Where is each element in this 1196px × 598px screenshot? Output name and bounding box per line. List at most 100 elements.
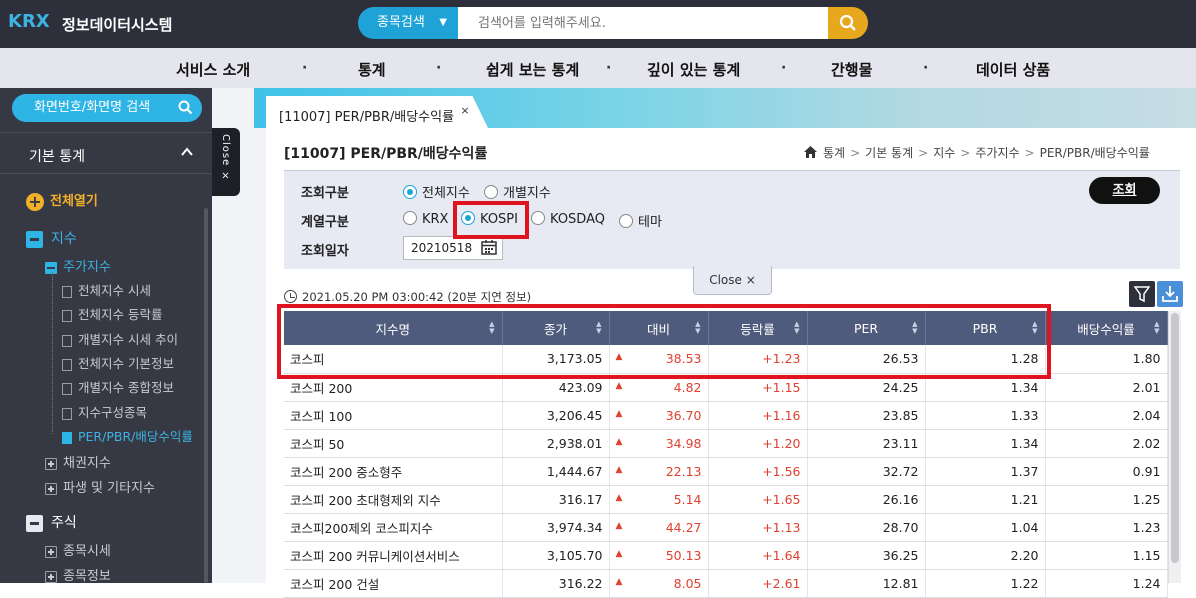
radio-icon bbox=[619, 214, 633, 228]
change-cell: ▲ 22.13 bbox=[609, 457, 709, 486]
tree-guide-line bbox=[52, 272, 53, 434]
radio-icon bbox=[484, 185, 498, 199]
breadcrumb-item[interactable]: PER/PBR/배당수익률 bbox=[1040, 146, 1150, 160]
expand-all-button[interactable]: + 전체열기 bbox=[26, 190, 98, 211]
global-nav: 서비스 소개 · 통계 · 쉽게 보는 통계 · 깊이 있는 통계 · 간행물 … bbox=[0, 48, 1196, 88]
radio-all-index[interactable]: 전체지수 bbox=[403, 182, 470, 201]
radio-individual-index[interactable]: 개별지수 bbox=[484, 182, 551, 201]
breadcrumb-item[interactable]: 통계 bbox=[823, 146, 845, 160]
top-header: KRX 정보데이터시스템 종목검색 ▼ bbox=[0, 0, 1196, 48]
tree-item-label: PER/PBR/배당수익률 bbox=[78, 429, 193, 444]
table-row[interactable]: 코스피 200 커뮤니케이션서비스 3,105.70 ▲ 50.13 +1.64 36.2… bbox=[284, 541, 1168, 570]
tree-item-label: 지수구성종목 bbox=[78, 405, 148, 420]
nav-service-intro[interactable]: 서비스 소개 bbox=[176, 59, 250, 80]
filter-close-button[interactable]: Close × bbox=[693, 266, 772, 295]
tree-item-index-constituents[interactable]: 지수구성종목 bbox=[62, 402, 147, 421]
table-row[interactable]: 코스피 200 건설 316.22 ▲ 8.05 +2.61 12.81 1.22 1.24 bbox=[284, 569, 1168, 598]
scrollbar-thumb[interactable] bbox=[1171, 313, 1179, 563]
close-icon[interactable]: × bbox=[457, 103, 473, 119]
filter-button[interactable] bbox=[1129, 281, 1155, 307]
radio-selected-icon bbox=[403, 185, 417, 199]
search-input[interactable] bbox=[458, 7, 828, 39]
tree-item-label: 개별지수 종합정보 bbox=[78, 380, 174, 395]
query-type-label: 조회구분 bbox=[301, 186, 349, 201]
pbr-cell: 2.20 bbox=[925, 541, 1046, 570]
table-row[interactable]: 코스피 200 중소형주 1,444.67 ▲ 22.13 +1.56 32.72 1.37… bbox=[284, 457, 1168, 486]
kospi-row-highlight-box bbox=[277, 304, 1051, 379]
series-label: 계열구분 bbox=[301, 215, 349, 230]
nav-data-products[interactable]: 데이터 상품 bbox=[976, 59, 1050, 80]
pbr-cell: 1.34 bbox=[925, 429, 1046, 458]
section-basic-statistics[interactable]: 기본 통계 bbox=[0, 132, 212, 174]
tree-stock-quote[interactable]: 종목시세 bbox=[45, 540, 111, 559]
search-icon bbox=[839, 14, 856, 31]
tree-item-index-trend[interactable]: 개별지수 시세 추이 bbox=[62, 329, 178, 348]
radio-label: 개별지수 bbox=[503, 186, 551, 201]
tree-item-label: 전체지수 시세 bbox=[78, 283, 151, 298]
tree-item-per-pbr[interactable]: PER/PBR/배당수익률 bbox=[62, 426, 193, 445]
table-row[interactable]: 코스피200제외 코스피지수 3,974.34 ▲ 44.27 +1.13 28.70 1.… bbox=[284, 513, 1168, 542]
nav-separator: · bbox=[923, 60, 929, 76]
tree-derivative-index-label: 파생 및 기타지수 bbox=[63, 481, 155, 496]
tab-label[interactable]: [11007] PER/PBR/배당수익률 bbox=[279, 106, 454, 125]
column-header[interactable]: 배당수익률 ▲ ▼ bbox=[1045, 311, 1168, 345]
pbr-cell: 1.22 bbox=[925, 569, 1046, 598]
dividend-yield-cell: 1.24 bbox=[1045, 569, 1168, 598]
table-row[interactable]: 코스피 50 2,938.01 ▲ 34.98 +1.20 23.11 1.34 2.02 bbox=[284, 429, 1168, 458]
tree-item-index-basic-info[interactable]: 전체지수 기본정보 bbox=[62, 353, 174, 372]
kospi-highlight-box bbox=[453, 201, 529, 239]
dividend-yield-cell: 1.80 bbox=[1045, 345, 1168, 374]
breadcrumb-item[interactable]: 지수 bbox=[933, 146, 955, 160]
table-row[interactable]: 코스피 100 3,206.45 ▲ 36.70 +1.16 23.85 1.33 2.04 bbox=[284, 401, 1168, 430]
nav-statistics[interactable]: 통계 bbox=[358, 59, 386, 80]
tree-stock-index[interactable]: 주가지수 bbox=[45, 256, 111, 275]
radio-kosdaq[interactable]: KOSDAQ bbox=[531, 211, 605, 227]
tree-stock-info-label: 종목정보 bbox=[63, 569, 111, 584]
document-icon bbox=[62, 407, 72, 420]
download-button[interactable] bbox=[1157, 281, 1183, 307]
sidebar-close-button[interactable]: Close × bbox=[212, 128, 240, 196]
data-timestamp: 2021.05.20 PM 03:00:42 (20분 지연 정보) bbox=[284, 289, 531, 305]
tree-item-index-summary[interactable]: 개별지수 종합정보 bbox=[62, 377, 174, 396]
change-cell: ▲ 44.27 bbox=[609, 513, 709, 542]
breadcrumb-item[interactable]: 주가지수 bbox=[975, 146, 1019, 160]
tree-index[interactable]: 지수 bbox=[26, 228, 77, 248]
change-rate-cell: +1.64 bbox=[708, 541, 808, 570]
collapse-icon bbox=[26, 230, 43, 248]
tree-stock-info[interactable]: 종목정보 bbox=[45, 565, 111, 584]
change-cell: ▲ 34.98 bbox=[609, 429, 709, 458]
change-cell: ▲ 50.13 bbox=[609, 541, 709, 570]
document-icon bbox=[62, 431, 72, 444]
search-button[interactable] bbox=[828, 7, 868, 39]
nav-easy-statistics[interactable]: 쉽게 보는 통계 bbox=[486, 59, 579, 80]
table-scrollbar[interactable] bbox=[1168, 311, 1181, 583]
krx-logo[interactable]: KRX bbox=[8, 11, 50, 32]
collapse-icon bbox=[26, 514, 43, 532]
tree-item-all-index-rate[interactable]: 전체지수 등락률 bbox=[62, 304, 162, 323]
tree-item-label: 전체지수 등락률 bbox=[78, 307, 163, 322]
breadcrumb-item[interactable]: 기본 통계 bbox=[865, 146, 913, 160]
site-title[interactable]: 정보데이터시스템 bbox=[62, 14, 172, 35]
sidebar-scrollbar[interactable] bbox=[204, 208, 208, 583]
home-icon[interactable] bbox=[804, 146, 817, 158]
search-type-select[interactable]: 종목검색 ▼ bbox=[358, 7, 458, 39]
document-icon bbox=[62, 358, 72, 371]
index-name-cell: 코스피 200 초대형제외 지수 bbox=[284, 485, 503, 514]
chevron-down-icon: ▼ bbox=[439, 17, 447, 28]
table-row[interactable]: 코스피 200 초대형제외 지수 316.17 ▲ 5.14 +1.65 26.16 1.2… bbox=[284, 485, 1168, 514]
tree-bond-index[interactable]: 채권지수 bbox=[45, 452, 111, 471]
nav-publications[interactable]: 간행물 bbox=[831, 59, 872, 80]
up-arrow-icon: ▲ bbox=[615, 464, 623, 475]
radio-label: KOSDAQ bbox=[550, 212, 605, 227]
tree-stock[interactable]: 주식 bbox=[26, 512, 77, 532]
nav-deep-statistics[interactable]: 깊이 있는 통계 bbox=[647, 59, 740, 80]
calendar-icon[interactable] bbox=[481, 239, 497, 255]
menu-search-input[interactable]: 화면번호/화면명 검색 bbox=[12, 94, 202, 122]
up-arrow-icon: ▲ bbox=[615, 436, 623, 447]
tree-derivative-index[interactable]: 파생 및 기타지수 bbox=[45, 477, 155, 496]
radio-krx[interactable]: KRX bbox=[403, 211, 448, 227]
query-button[interactable]: 조회 bbox=[1089, 177, 1160, 204]
radio-theme[interactable]: 테마 bbox=[619, 211, 662, 230]
close-price-cell: 316.22 bbox=[502, 569, 610, 598]
tree-item-all-index-quote[interactable]: 전체지수 시세 bbox=[62, 280, 151, 299]
